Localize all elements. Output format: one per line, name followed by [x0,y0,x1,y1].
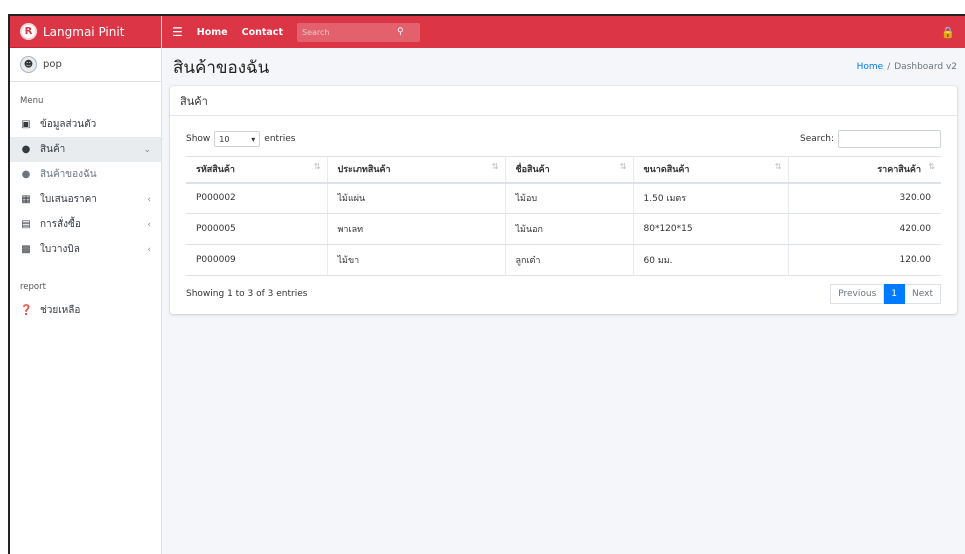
chevron-left-icon: ‹ [147,219,151,230]
file-icon: ▩ [21,244,31,255]
navbar-search: ⚲ [296,22,420,42]
table-cell: ไม้แผ่น [326,182,505,214]
circle-icon: ● [21,144,31,155]
datatable-controls: Show 10 ▾ entries Search: [186,128,941,150]
hamburger-icon[interactable]: ☰ [172,25,183,39]
sidebar-item-label: สินค้า [40,144,66,155]
table-info: Showing 1 to 3 of 3 entries [186,289,308,299]
entries-length: Show 10 ▾ entries [186,131,296,147]
column-header[interactable]: ขนาดสินค้า ⇅ [632,156,788,184]
table-row: P000005 พาเลท ไม้นอก 80*120*15 420.00 [186,213,941,245]
sort-icon: ⇅ [619,162,627,172]
table-cell: ลูกเต๋า [504,244,633,276]
content-header: สินค้าของฉัน Home / Dashboard v2 [170,48,957,86]
entries-select[interactable]: 10 ▾ [214,131,261,147]
sidebar-item-label: ใบเสนอราคา [40,194,97,205]
table-cell: P000002 [186,182,327,214]
search-icon[interactable]: ⚲ [397,27,404,37]
sidebar-item-products[interactable]: ● สินค้า ⌄ [10,137,161,162]
sidebar-item-my-products[interactable]: ● สินค้าของฉัน [10,162,161,187]
sidebar-item-label: ข้อมูลส่วนตัว [40,119,97,130]
main-content: สินค้าของฉัน Home / Dashboard v2 สินค้า Sh… [162,48,965,554]
caret-down-icon: ▾ [251,134,256,144]
brand-name: Langmai Pinit [43,24,125,39]
table-cell: 320.00 [787,182,941,214]
table-row: P000002 ไม้แผ่น ไม้อบ 1.50 เมตร 320.00 [186,182,941,214]
sort-icon: ⇅ [313,162,321,172]
table-cell: ไม้ขา [326,244,505,276]
circle-icon: ● [21,169,31,180]
sidebar-item-orders[interactable]: ▤ การสั่งซื้อ ‹ [10,212,161,237]
datatable-footer: Showing 1 to 3 of 3 entries Previous 1 N… [186,284,941,304]
address-card-icon: ▤ [21,219,31,230]
sidebar-item-label: ช่วยเหลือ [40,305,81,316]
brand-logo: R [20,23,37,40]
products-card: สินค้า Show 10 ▾ entries Search: รหัสสิน… [170,86,957,314]
nav-link-home[interactable]: Home [197,27,228,38]
sort-icon: ⇅ [491,162,499,172]
column-header[interactable]: ชื่อสินค้า ⇅ [504,156,633,184]
table-cell: 80*120*15 [632,213,788,245]
entries-value: 10 [219,134,230,144]
lock-icon[interactable]: 🔒 [941,26,955,39]
table-cell: 120.00 [787,244,941,276]
top-navbar: ☰ Home Contact ⚲ 🔒 [162,16,965,48]
table-search: Search: [800,130,941,148]
breadcrumb-current: Dashboard v2 [894,62,957,72]
nav-link-contact[interactable]: Contact [242,27,283,38]
sidebar-item-profile[interactable]: ▣ ข้อมูลส่วนตัว [10,112,161,137]
sort-icon: ⇅ [928,162,935,172]
search-input[interactable] [296,27,397,37]
show-label: Show [186,134,211,144]
table-cell: 1.50 เมตร [632,182,788,214]
chevron-down-icon: ⌄ [143,144,151,155]
chevron-left-icon: ‹ [147,244,151,255]
sidebar-item-quotation[interactable]: ▦ ใบเสนอราคา ‹ [10,187,161,212]
entries-label: entries [264,134,296,144]
sidebar-item-label: การสั่งซื้อ [40,219,81,230]
user-panel[interactable]: ☻ pop [10,48,161,82]
column-header[interactable]: ราคาสินค้า ⇅ [787,156,941,184]
pagination: Previous 1 Next [830,284,941,304]
sort-icon: ⇅ [774,162,782,172]
table-cell: ไม้อบ [504,182,633,214]
sidebar-item-help[interactable]: ❓ ช่วยเหลือ [10,298,161,323]
brand-link[interactable]: R Langmai Pinit [10,16,161,48]
table-cell: พาเลท [326,213,505,245]
table-row: P000009 ไม้ขา ลูกเต๋า 60 มม. 120.00 [186,244,941,276]
next-button[interactable]: Next [905,284,941,304]
table-cell: P000009 [186,244,327,276]
column-header[interactable]: รหัสสินค้า ⇅ [186,156,327,184]
id-card-icon: ▣ [21,119,31,130]
avatar: ☻ [20,56,37,73]
page-title: สินค้าของฉัน [173,57,270,78]
chevron-left-icon: ‹ [147,194,151,205]
table-cell: ไม้นอก [504,213,633,245]
sidebar-item-billing[interactable]: ▩ ใบวางบิล ‹ [10,237,161,262]
question-circle-icon: ❓ [20,305,33,316]
app-frame: R Langmai Pinit ☻ pop Menu ▣ ข้อมูลส่วนต… [8,14,965,554]
table-header-row: รหัสสินค้า ⇅ ประเภทสินค้า ⇅ ชื่อสินค้า ⇅ ขน… [186,156,941,184]
calendar-icon: ▦ [21,194,31,205]
table-cell: 420.00 [787,213,941,245]
sidebar-item-label: สินค้าของฉัน [40,169,97,180]
table-cell: P000005 [186,213,327,245]
table-cell: 60 มม. [632,244,788,276]
card-body: Show 10 ▾ entries Search: รหัสสินค้า ⇅ ป… [170,116,957,314]
page-1-button[interactable]: 1 [884,284,906,304]
card-title: สินค้า [170,86,957,116]
products-table: รหัสสินค้า ⇅ ประเภทสินค้า ⇅ ชื่อสินค้า ⇅ ขน… [186,156,941,276]
sidebar-item-label: ใบวางบิล [40,244,80,255]
breadcrumb: Home / Dashboard v2 [857,62,957,72]
breadcrumb-home[interactable]: Home [857,62,884,72]
user-name: pop [43,59,62,70]
previous-button[interactable]: Previous [830,284,885,304]
search-label: Search: [800,134,834,144]
nav-header-menu: Menu [20,96,44,106]
nav-header-report: report [20,282,46,292]
column-header[interactable]: ประเภทสินค้า ⇅ [326,156,505,184]
table-search-input[interactable] [838,130,941,148]
sidebar: R Langmai Pinit ☻ pop Menu ▣ ข้อมูลส่วนต… [10,16,162,554]
breadcrumb-separator: / [887,62,891,72]
